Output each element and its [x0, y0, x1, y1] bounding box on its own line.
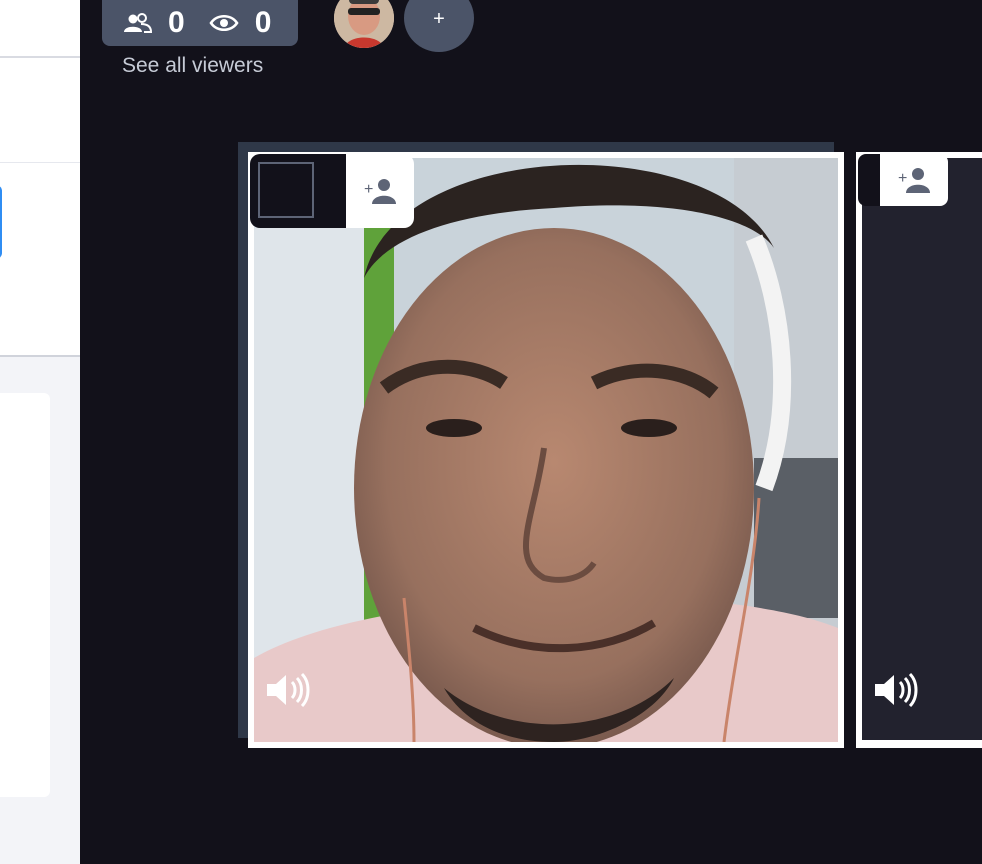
- speaker-icon[interactable]: [264, 670, 312, 710]
- left-panel-section: [0, 58, 80, 163]
- participant-video: [254, 158, 838, 742]
- add-to-stage-button[interactable]: +: [346, 154, 414, 228]
- viewer-avatar[interactable]: [334, 0, 394, 48]
- left-panel-section: [0, 163, 80, 357]
- participants-count: 0: [168, 6, 185, 39]
- primary-button[interactable]: [0, 185, 2, 259]
- tile-status: [250, 154, 346, 228]
- participants-icon: [124, 13, 152, 33]
- add-viewer-button[interactable]: +: [404, 0, 474, 52]
- viewer-stats: 0 0: [102, 0, 298, 46]
- add-user-icon: +: [898, 168, 930, 193]
- left-panel-header: [0, 0, 80, 58]
- see-all-viewers-link[interactable]: See all viewers: [122, 54, 263, 78]
- svg-text:+: +: [364, 181, 373, 198]
- tile-controls: +: [250, 154, 414, 228]
- left-panel: [0, 0, 80, 864]
- tile-controls: +: [858, 154, 948, 206]
- select-checkbox[interactable]: [258, 162, 314, 218]
- tile-status: [858, 154, 880, 206]
- eye-icon: [209, 14, 239, 32]
- views-count: 0: [254, 6, 272, 39]
- svg-text:+: +: [898, 170, 907, 187]
- participant-video-empty: [862, 158, 982, 740]
- add-to-stage-button[interactable]: +: [880, 154, 948, 206]
- add-user-icon: +: [364, 179, 396, 204]
- left-panel-card: [0, 393, 50, 797]
- speaker-icon[interactable]: [872, 670, 920, 710]
